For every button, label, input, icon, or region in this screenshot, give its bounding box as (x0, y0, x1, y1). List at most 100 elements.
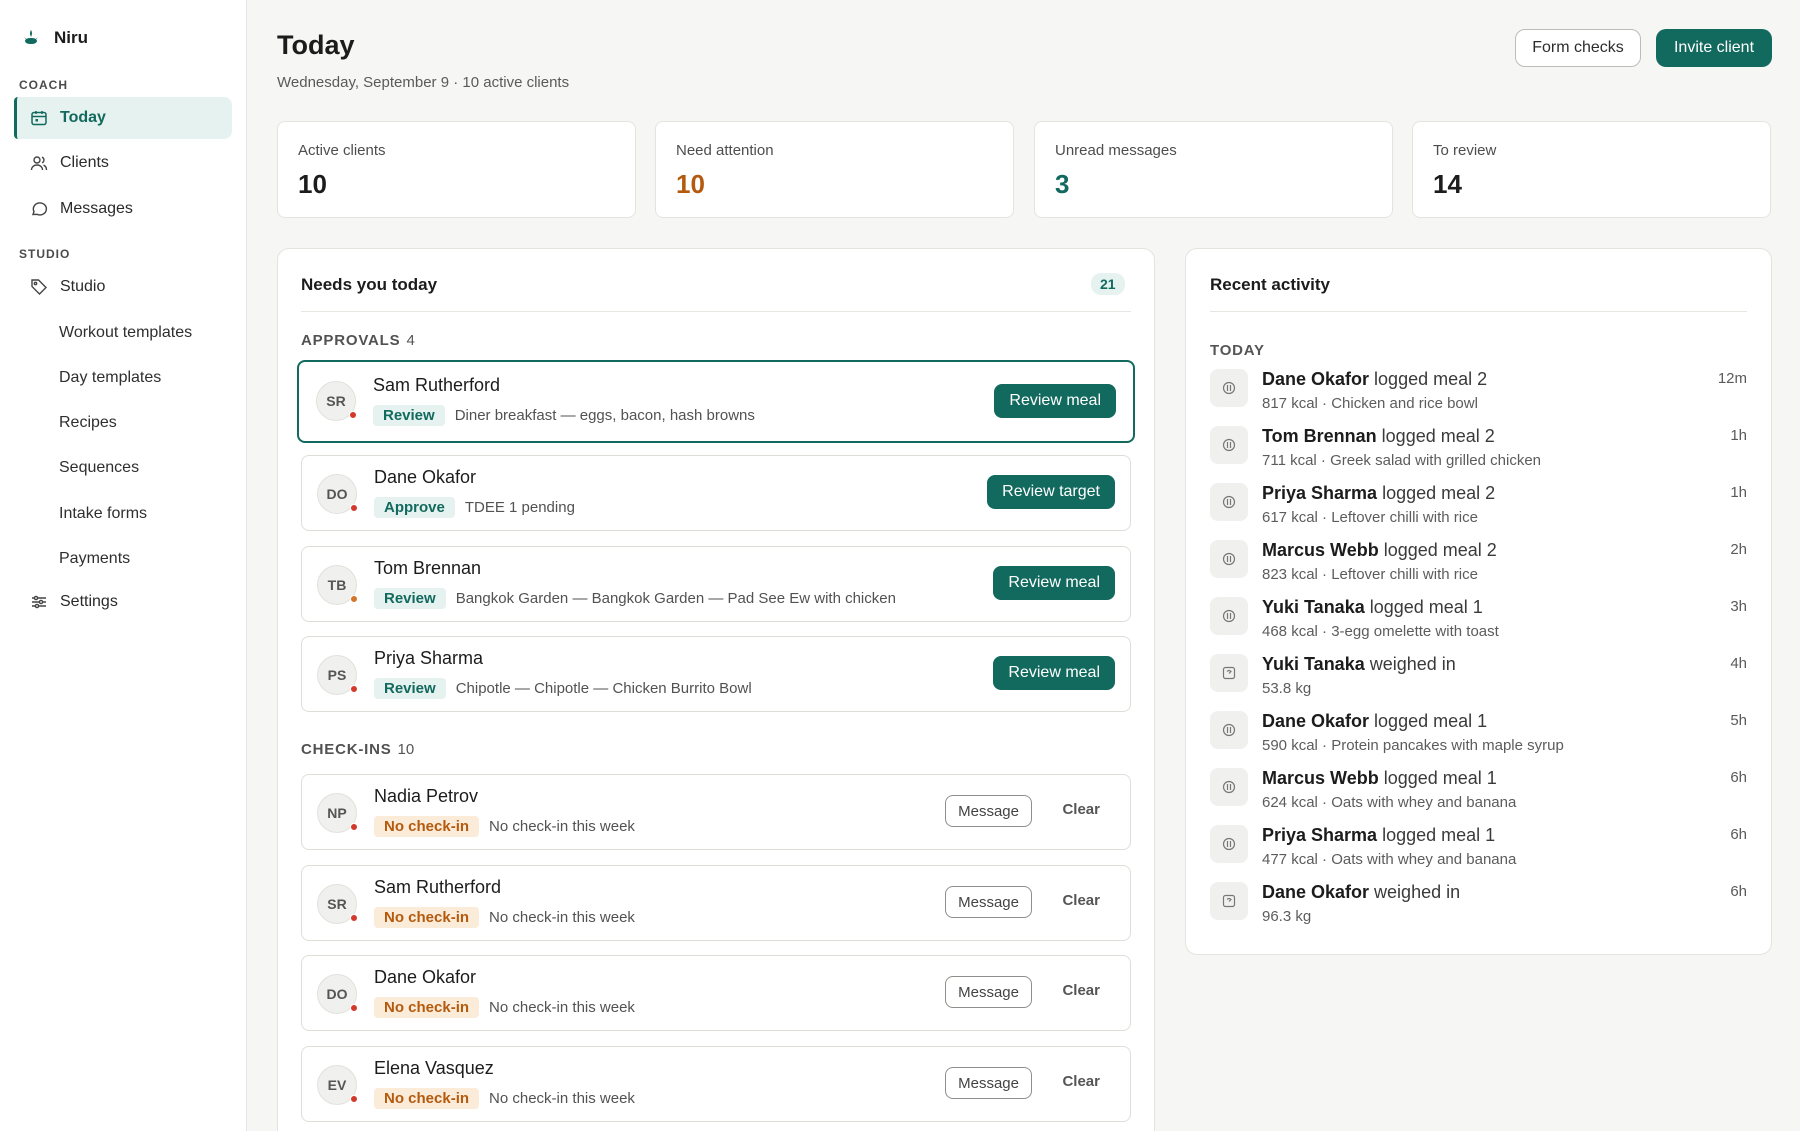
checkins-count: 10 (397, 741, 415, 758)
activity-detail: 53.8 kg (1262, 680, 1312, 697)
activity-action: logged meal 2 (1376, 426, 1495, 446)
activity-item[interactable]: Dane Okafor logged meal 2 817 kcal · Chi… (1210, 369, 1747, 419)
sidebar-sub-recipes[interactable]: Recipes (59, 414, 117, 432)
activity-client[interactable]: Dane Okafor (1262, 882, 1369, 902)
avatar-initials: EV (327, 1077, 347, 1093)
meal-icon (1210, 825, 1248, 863)
client-name[interactable]: Priya Sharma (374, 648, 483, 669)
client-name[interactable]: Nadia Petrov (374, 786, 478, 807)
sidebar-sub-payments[interactable]: Payments (59, 550, 130, 568)
client-name[interactable]: Elena Vasquez (374, 1058, 494, 1079)
activity-detail: 711 kcal · Greek salad with grilled chic… (1262, 452, 1542, 469)
activity-item[interactable]: Priya Sharma logged meal 2 617 kcal · Le… (1210, 483, 1747, 533)
activity-action: logged meal 1 (1369, 711, 1488, 731)
row-detail: TDEE 1 pending (464, 499, 575, 516)
review-meal-button[interactable]: Review meal (994, 384, 1116, 418)
divider (301, 311, 1131, 312)
client-name[interactable]: Sam Rutherford (374, 877, 501, 898)
activity-item[interactable]: Yuki Tanaka weighed in 53.8 kg 4h (1210, 654, 1747, 704)
stat-card-unread-messages: Unread messages 3 (1034, 121, 1393, 218)
sidebar-sub-day-templates[interactable]: Day templates (59, 369, 161, 387)
sidebar-item-label: Today (60, 109, 106, 126)
client-name[interactable]: Sam Rutherford (373, 375, 500, 396)
activity-client[interactable]: Marcus Webb (1262, 540, 1379, 560)
row-meta: No check-in No check-in this week (374, 907, 635, 928)
client-name[interactable]: Dane Okafor (374, 467, 476, 488)
sidebar-item-settings[interactable]: Settings (14, 581, 232, 623)
activity-item[interactable]: Priya Sharma logged meal 1 477 kcal · Oa… (1210, 825, 1747, 875)
activity-title: Tom Brennan logged meal 2 (1262, 426, 1495, 447)
client-name[interactable]: Dane Okafor (374, 967, 476, 988)
activity-time: 6h (1730, 769, 1747, 786)
activity-client[interactable]: Yuki Tanaka (1262, 597, 1365, 617)
avatar-initials: NP (327, 805, 347, 821)
activity-client[interactable]: Priya Sharma (1262, 825, 1377, 845)
status-badge: Review (373, 405, 445, 426)
checkin-row[interactable]: SR Sam Rutherford No check-in No check-in… (301, 865, 1131, 941)
client-name[interactable]: Tom Brennan (374, 558, 481, 579)
activity-item[interactable]: Tom Brennan logged meal 2 711 kcal · Gre… (1210, 426, 1747, 476)
activity-client[interactable]: Dane Okafor (1262, 369, 1369, 389)
activity-client[interactable]: Tom Brennan (1262, 426, 1377, 446)
activity-item[interactable]: Marcus Webb logged meal 1 624 kcal · Oat… (1210, 768, 1747, 818)
row-detail: No check-in this week (489, 909, 635, 926)
activity-client[interactable]: Marcus Webb (1262, 768, 1379, 788)
review-meal-button[interactable]: Review meal (993, 656, 1115, 690)
sidebar-sub-workout-templates[interactable]: Workout templates (59, 324, 192, 342)
stat-label: Active clients (298, 142, 386, 159)
sidebar-item-today[interactable]: Today (14, 97, 232, 139)
approval-row[interactable]: SR Sam Rutherford Review Diner breakfast … (297, 360, 1135, 443)
clear-button[interactable]: Clear (1062, 1073, 1100, 1090)
approval-row[interactable]: TB Tom Brennan Review Bangkok Garden — Ba… (301, 546, 1131, 622)
stat-card-active-clients: Active clients 10 (277, 121, 636, 218)
meal-icon (1210, 483, 1248, 521)
sliders-icon (32, 595, 46, 609)
sidebar-sub-sequences[interactable]: Sequences (59, 459, 139, 477)
scale-icon (1210, 882, 1248, 920)
activity-item[interactable]: Dane Okafor logged meal 1 590 kcal · Pro… (1210, 711, 1747, 761)
row-detail: No check-in this week (489, 1090, 635, 1107)
activity-item[interactable]: Yuki Tanaka logged meal 1 468 kcal · 3-e… (1210, 597, 1747, 647)
sidebar-item-messages[interactable]: Messages (14, 188, 232, 230)
activity-title: Dane Okafor logged meal 1 (1262, 711, 1487, 732)
scale-icon (1210, 654, 1248, 692)
page-title: Today (277, 30, 355, 60)
meal-icon (1210, 768, 1248, 806)
checkin-row[interactable]: EV Elena Vasquez No check-in No check-in … (301, 1046, 1131, 1122)
brand[interactable]: Niru (22, 28, 88, 48)
invite-client-button[interactable]: Invite client (1656, 29, 1772, 67)
activity-title: Priya Sharma logged meal 1 (1262, 825, 1495, 846)
avatar-initials: DO (326, 486, 348, 502)
status-badge: No check-in (374, 1088, 480, 1109)
message-button[interactable]: Message (945, 886, 1032, 918)
avatar-initials: SR (327, 896, 347, 912)
avatar: SR (317, 884, 358, 924)
clear-button[interactable]: Clear (1062, 892, 1100, 909)
review-meal-button[interactable]: Review meal (993, 566, 1115, 600)
message-button[interactable]: Message (945, 795, 1032, 827)
sidebar-item-clients[interactable]: Clients (14, 142, 232, 184)
page-subtitle: Wednesday, September 9 · 10 active clien… (277, 74, 570, 91)
approval-row[interactable]: DO Dane Okafor Approve TDEE 1 pending Rev… (301, 455, 1131, 531)
activity-title: Marcus Webb logged meal 1 (1262, 768, 1497, 789)
activity-time: 12m (1717, 370, 1747, 387)
status-badge: Approve (374, 497, 455, 518)
checkin-row[interactable]: DO Dane Okafor No check-in No check-in th… (301, 955, 1131, 1031)
activity-action: logged meal 2 (1378, 540, 1497, 560)
message-button[interactable]: Message (945, 1067, 1032, 1099)
clear-button[interactable]: Clear (1062, 801, 1100, 818)
activity-item[interactable]: Dane Okafor weighed in 96.3 kg 6h (1210, 882, 1747, 932)
activity-item[interactable]: Marcus Webb logged meal 2 823 kcal · Lef… (1210, 540, 1747, 590)
activity-client[interactable]: Priya Sharma (1262, 483, 1377, 503)
clear-button[interactable]: Clear (1062, 982, 1100, 999)
checkin-row[interactable]: NP Nadia Petrov No check-in No check-in t… (301, 774, 1131, 850)
activity-client[interactable]: Dane Okafor (1262, 711, 1369, 731)
form-checks-button[interactable]: Form checks (1515, 29, 1641, 67)
review-target-button[interactable]: Review target (987, 475, 1115, 509)
activity-client[interactable]: Yuki Tanaka (1262, 654, 1365, 674)
sidebar-item-label: Messages (60, 200, 133, 217)
approval-row[interactable]: PS Priya Sharma Review Chipotle — Chipotl… (301, 636, 1131, 712)
sidebar-item-studio[interactable]: Studio (14, 266, 232, 308)
sidebar-sub-intake-forms[interactable]: Intake forms (59, 505, 147, 523)
message-button[interactable]: Message (945, 976, 1032, 1008)
